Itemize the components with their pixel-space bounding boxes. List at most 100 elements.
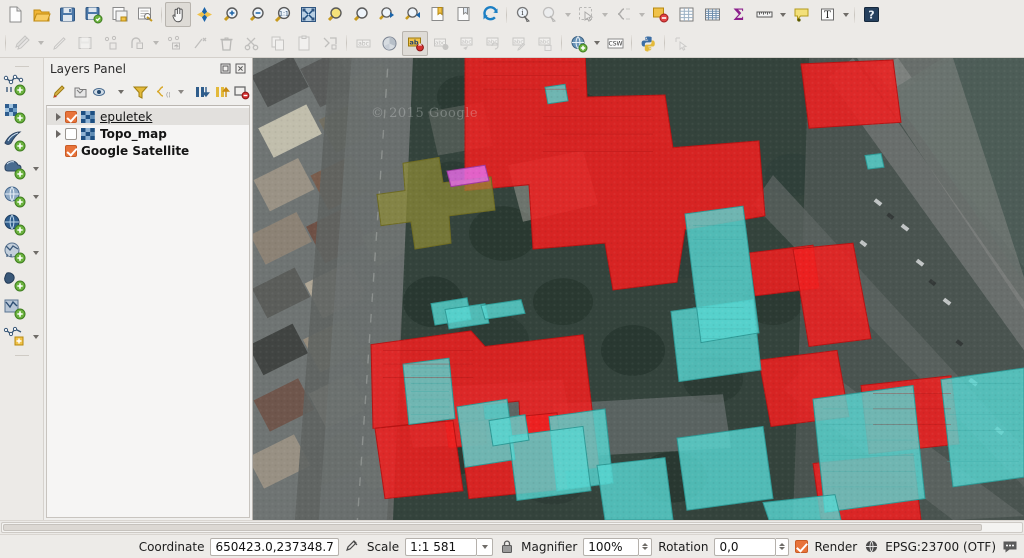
measure-line-icon[interactable] — [751, 2, 777, 27]
add-group-icon[interactable] — [70, 81, 90, 103]
zoom-last-icon[interactable] — [373, 2, 399, 27]
lock-scale-icon[interactable] — [499, 539, 515, 555]
scrollbar-thumb[interactable] — [3, 524, 983, 531]
help-contents-icon[interactable]: ? — [858, 2, 884, 27]
add-web-dropdown[interactable] — [591, 31, 602, 56]
move-label-icon[interactable]: abc — [454, 31, 480, 56]
show-bookmarks-icon[interactable] — [451, 2, 477, 27]
add-wfs-layer-icon[interactable] — [0, 296, 30, 322]
add-postgis-layer-icon[interactable] — [0, 184, 30, 210]
layer-tree-item-topo-map[interactable]: Topo_map — [47, 125, 249, 142]
toggle-editing-icon[interactable] — [46, 31, 72, 56]
measure-dropdown-2[interactable] — [777, 2, 788, 27]
crs-globe-icon[interactable] — [863, 539, 879, 555]
pan-to-selection-icon[interactable] — [191, 2, 217, 27]
expand-arrow-icon[interactable] — [51, 112, 65, 121]
rotation-spinner[interactable]: 0,0 — [714, 537, 790, 556]
current-edits-icon[interactable] — [9, 31, 35, 56]
manage-map-themes-icon[interactable] — [90, 81, 110, 103]
move-feature-icon[interactable] — [161, 31, 187, 56]
rotation-input[interactable]: 0,0 — [714, 537, 777, 556]
manage-map-themes-dropdown[interactable] — [111, 81, 131, 103]
identify-features-icon[interactable]: i — [510, 2, 536, 27]
node-tool-icon[interactable] — [124, 31, 150, 56]
select-features-icon[interactable] — [573, 2, 599, 27]
remove-layer-icon[interactable] — [232, 81, 252, 103]
vertex-tool-icon[interactable] — [317, 31, 343, 56]
add-postgis-dropdown[interactable] — [30, 195, 42, 199]
diagram-icon[interactable] — [376, 31, 402, 56]
text-annotation-icon[interactable]: T — [814, 2, 840, 27]
select-dropdown[interactable] — [599, 2, 610, 27]
map-render[interactable] — [253, 58, 1024, 520]
zoom-full-extent-icon[interactable] — [295, 2, 321, 27]
scale-combo[interactable]: 1:1 581 — [405, 537, 494, 556]
delete-part-icon[interactable] — [187, 31, 213, 56]
select-expression-dropdown[interactable] — [636, 2, 647, 27]
open-layer-styling-panel-icon[interactable] — [50, 81, 70, 103]
add-raster-layer-icon[interactable] — [0, 100, 30, 126]
label-toggle-icon[interactable]: abc — [350, 31, 376, 56]
rotation-stepper[interactable] — [776, 537, 790, 556]
paste-features-icon[interactable] — [291, 31, 317, 56]
render-checkbox[interactable] — [795, 540, 809, 553]
new-print-composer-icon[interactable] — [106, 2, 132, 27]
save-project-as-icon[interactable] — [80, 2, 106, 27]
filter-legend-expression-icon[interactable]: () — [151, 81, 171, 103]
save-project-icon[interactable] — [54, 2, 80, 27]
undock-panel-button[interactable] — [218, 61, 233, 76]
toolbar-handle-bottom[interactable] — [12, 351, 32, 360]
label-properties-icon[interactable]: abc — [532, 31, 558, 56]
pan-map-icon[interactable] — [165, 2, 191, 27]
save-layer-edits-icon[interactable] — [72, 31, 98, 56]
horizontal-scrollbar[interactable] — [0, 520, 1024, 534]
composer-manager-icon[interactable] — [132, 2, 158, 27]
add-mesh-layer-icon[interactable] — [0, 128, 30, 154]
layer-tree-item-epuletek[interactable]: epuletek — [47, 108, 249, 125]
filter-legend-icon[interactable] — [131, 81, 151, 103]
change-label-icon[interactable]: abc — [506, 31, 532, 56]
current-edits-dropdown[interactable] — [35, 31, 46, 56]
zoom-native-resolution-icon[interactable]: 1:1 — [269, 2, 295, 27]
expand-arrow-icon[interactable] — [51, 129, 65, 138]
new-bookmark-icon[interactable] — [425, 2, 451, 27]
open-attribute-table-icon[interactable] — [673, 2, 699, 27]
messages-log-icon[interactable] — [1002, 539, 1018, 555]
metasearch-csw-icon[interactable]: CSW — [602, 31, 628, 56]
scale-dropdown-arrow[interactable] — [477, 537, 494, 556]
magnifier-input[interactable]: 100% — [583, 537, 640, 556]
select-by-expression-icon[interactable] — [610, 2, 636, 27]
map-tips-icon[interactable] — [788, 2, 814, 27]
new-shapefile-dropdown[interactable] — [30, 335, 42, 339]
add-feature-icon[interactable] — [98, 31, 124, 56]
add-vector-layer-icon[interactable] — [0, 72, 30, 98]
add-spatialite-layer-icon[interactable] — [0, 212, 30, 238]
node-tool-dropdown[interactable] — [150, 31, 161, 56]
add-web-layer-icon[interactable] — [565, 31, 591, 56]
layer-visibility-checkbox[interactable] — [65, 127, 77, 140]
zoom-next-icon[interactable] — [399, 2, 425, 27]
pin-labels-icon[interactable]: ab — [402, 30, 428, 56]
field-calculator-icon[interactable] — [699, 2, 725, 27]
add-delimited-text-layer-icon[interactable] — [0, 156, 30, 182]
layer-tree[interactable]: epuletek Topo_map Google Satellite — [46, 105, 250, 518]
zoom-out-icon[interactable] — [243, 2, 269, 27]
zoom-to-layer-icon[interactable] — [347, 2, 373, 27]
open-project-icon[interactable] — [28, 2, 54, 27]
new-project-icon[interactable] — [2, 2, 28, 27]
magnifier-spinner[interactable]: 100% — [583, 537, 653, 556]
expand-all-icon[interactable] — [191, 81, 211, 103]
toggle-coordinate-extents-icon[interactable] — [345, 539, 361, 555]
magnifier-stepper[interactable] — [639, 537, 653, 556]
layer-tree-item-google-satellite[interactable]: Google Satellite — [47, 142, 249, 159]
statistical-summary-icon[interactable]: Σ — [725, 2, 751, 27]
zoom-in-icon[interactable] — [217, 2, 243, 27]
layer-visibility-checkbox[interactable] — [65, 144, 77, 157]
add-wcs-layer-icon[interactable] — [0, 268, 30, 294]
close-panel-button[interactable] — [233, 61, 248, 76]
python-console-icon[interactable] — [635, 31, 661, 56]
layer-visibility-checkbox[interactable] — [65, 110, 77, 123]
add-wms-layer-icon[interactable] — [0, 240, 30, 266]
annotation-dropdown[interactable] — [840, 2, 851, 27]
rotate-label-icon[interactable]: abc — [480, 31, 506, 56]
